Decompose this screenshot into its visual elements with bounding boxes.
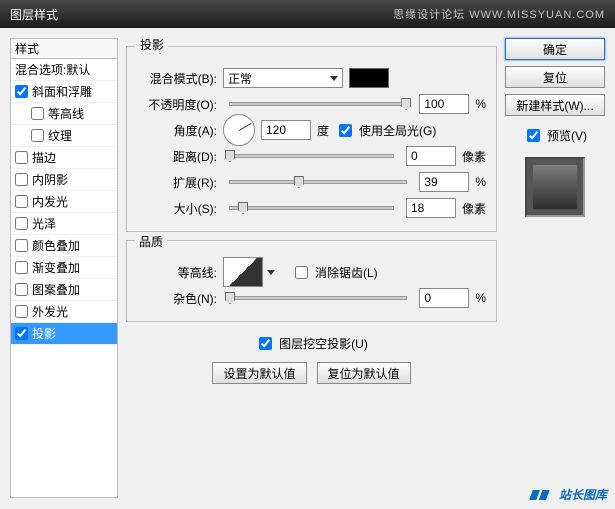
effect-heading: 投影: [136, 36, 168, 53]
spread-label: 扩展(R):: [137, 174, 217, 191]
style-checkbox[interactable]: [15, 195, 28, 208]
chevron-down-icon: [330, 76, 338, 81]
size-label: 大小(S):: [137, 200, 217, 217]
size-slider[interactable]: [229, 206, 394, 210]
blend-mode-select[interactable]: 正常: [223, 68, 343, 88]
titlebar: 图层样式 思缘设计论坛 WWW.MISSYUAN.COM: [0, 0, 615, 28]
angle-dial[interactable]: [223, 114, 255, 146]
preview-checkbox[interactable]: 预览(V): [505, 126, 605, 145]
styles-panel: 样式 混合选项:默认 斜面和浮雕等高线纹理描边内阴影内发光光泽颜色叠加渐变叠加图…: [10, 38, 118, 499]
style-label: 内阴影: [32, 171, 68, 188]
reset-default-button[interactable]: 复位为默认值: [317, 362, 411, 384]
style-checkbox[interactable]: [15, 305, 28, 318]
chevron-down-icon[interactable]: [267, 270, 275, 275]
style-checkbox[interactable]: [15, 151, 28, 164]
antialias-checkbox[interactable]: 消除锯齿(L): [291, 263, 378, 282]
style-item[interactable]: 描边: [11, 147, 117, 169]
effect-panel: 投影 结构 混合模式(B): 正常 不透明度(O): 100 % 角度(A):: [126, 38, 497, 499]
styles-header: 样式: [10, 38, 118, 58]
style-item[interactable]: 图案叠加: [11, 279, 117, 301]
distance-slider[interactable]: [229, 154, 394, 158]
style-checkbox[interactable]: [15, 85, 28, 98]
ok-button[interactable]: 确定: [505, 38, 605, 60]
wave-icon: [529, 490, 557, 500]
style-checkbox[interactable]: [31, 107, 44, 120]
structure-fieldset: 结构 混合模式(B): 正常 不透明度(O): 100 % 角度(A): 120: [126, 46, 497, 232]
style-item[interactable]: 外发光: [11, 301, 117, 323]
global-light-checkbox[interactable]: 使用全局光(G): [335, 121, 436, 140]
style-label: 纹理: [48, 127, 72, 144]
style-item[interactable]: 颜色叠加: [11, 235, 117, 257]
opacity-slider[interactable]: [229, 102, 407, 106]
set-default-button[interactable]: 设置为默认值: [212, 362, 306, 384]
style-label: 颜色叠加: [32, 237, 80, 254]
style-checkbox[interactable]: [15, 217, 28, 230]
contour-label: 等高线:: [137, 264, 217, 281]
blend-mode-label: 混合模式(B):: [137, 70, 217, 87]
shadow-color-swatch[interactable]: [349, 68, 389, 88]
new-style-button[interactable]: 新建样式(W)...: [505, 94, 605, 116]
style-item[interactable]: 内发光: [11, 191, 117, 213]
distance-label: 距离(D):: [137, 148, 217, 165]
angle-input[interactable]: 120: [261, 120, 311, 140]
style-checkbox[interactable]: [15, 239, 28, 252]
quality-title: 品质: [135, 233, 167, 250]
watermark: 站长图库: [531, 486, 607, 503]
size-input[interactable]: 18: [406, 198, 456, 218]
style-label: 等高线: [48, 105, 84, 122]
style-label: 外发光: [32, 303, 68, 320]
style-item[interactable]: 纹理: [11, 125, 117, 147]
action-panel: 确定 复位 新建样式(W)... 预览(V): [505, 38, 605, 499]
style-item[interactable]: 光泽: [11, 213, 117, 235]
contour-picker[interactable]: [223, 257, 263, 287]
style-label: 斜面和浮雕: [32, 83, 92, 100]
styles-list: 混合选项:默认 斜面和浮雕等高线纹理描边内阴影内发光光泽颜色叠加渐变叠加图案叠加…: [10, 58, 118, 498]
style-label: 图案叠加: [32, 281, 80, 298]
noise-input[interactable]: 0: [419, 288, 469, 308]
quality-fieldset: 品质 等高线: 消除锯齿(L) 杂色(N): 0 %: [126, 240, 497, 322]
opacity-input[interactable]: 100: [419, 94, 469, 114]
spread-input[interactable]: 39: [419, 172, 469, 192]
style-checkbox[interactable]: [15, 261, 28, 274]
style-label: 描边: [32, 149, 56, 166]
style-item[interactable]: 渐变叠加: [11, 257, 117, 279]
style-item[interactable]: 等高线: [11, 103, 117, 125]
blend-options-row[interactable]: 混合选项:默认: [11, 59, 117, 81]
noise-label: 杂色(N):: [137, 290, 217, 307]
knockout-checkbox[interactable]: 图层挖空投影(U): [255, 334, 368, 353]
angle-label: 角度(A):: [137, 122, 217, 139]
style-label: 内发光: [32, 193, 68, 210]
dialog-title: 图层样式: [10, 6, 58, 23]
style-item[interactable]: 内阴影: [11, 169, 117, 191]
opacity-label: 不透明度(O):: [137, 96, 217, 113]
style-label: 光泽: [32, 215, 56, 232]
style-item[interactable]: 投影: [11, 323, 117, 345]
style-checkbox[interactable]: [31, 129, 44, 142]
style-checkbox[interactable]: [15, 327, 28, 340]
cancel-button[interactable]: 复位: [505, 66, 605, 88]
titlebar-credit: 思缘设计论坛 WWW.MISSYUAN.COM: [393, 6, 605, 22]
style-label: 投影: [32, 325, 56, 342]
preview-swatch: [525, 157, 585, 217]
distance-input[interactable]: 0: [406, 146, 456, 166]
style-item[interactable]: 斜面和浮雕: [11, 81, 117, 103]
noise-slider[interactable]: [229, 296, 407, 300]
style-checkbox[interactable]: [15, 173, 28, 186]
style-label: 渐变叠加: [32, 259, 80, 276]
spread-slider[interactable]: [229, 180, 407, 184]
style-checkbox[interactable]: [15, 283, 28, 296]
